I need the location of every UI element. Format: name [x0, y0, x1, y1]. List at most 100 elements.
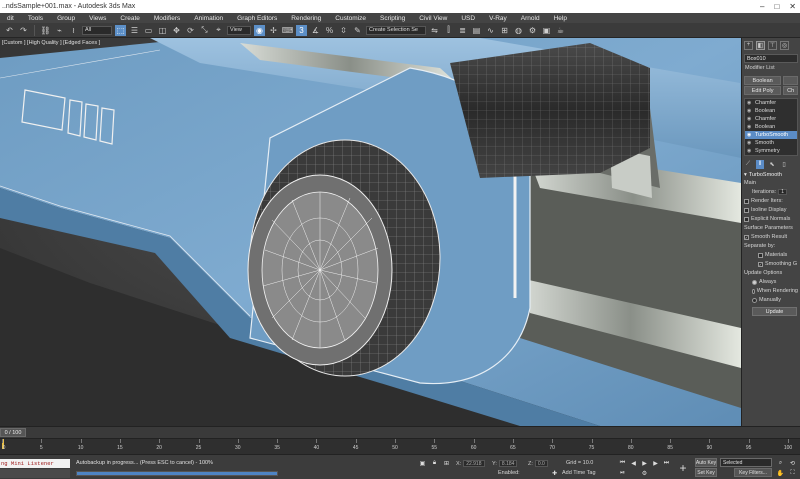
stack-item[interactable]: ◉ Smooth: [745, 139, 797, 147]
visibility-eye-icon[interactable]: ◉: [747, 116, 753, 122]
next-frame-icon[interactable]: ▶: [651, 459, 660, 467]
track-bar[interactable]: 0 5 10 15 20 25 30 35 40 45 50 55 60 65 70 75 80 85 90 95 10…: [0, 438, 800, 455]
time-slider[interactable]: 0 / 100: [0, 426, 800, 438]
unlink-icon[interactable]: ⌁: [54, 25, 65, 36]
isolate-selection-icon[interactable]: ▣: [418, 459, 427, 467]
menu-views[interactable]: Views: [82, 15, 113, 22]
visibility-eye-icon[interactable]: ◉: [747, 148, 753, 154]
smoothing-groups-checkbox[interactable]: ✓: [758, 261, 763, 267]
pin-stack-icon[interactable]: ⟋: [744, 160, 752, 169]
key-selection-dropdown[interactable]: Selected: [720, 458, 772, 467]
z-field[interactable]: 0.0: [534, 460, 548, 467]
minimize-button[interactable]: –: [760, 2, 764, 11]
link-icon[interactable]: ⛓: [40, 25, 51, 36]
materials-checkbox[interactable]: [758, 252, 763, 258]
play-icon[interactable]: ▶: [640, 459, 649, 467]
render-setup-icon[interactable]: ⚙: [527, 25, 538, 36]
visibility-eye-icon[interactable]: ◉: [747, 124, 753, 130]
select-manipulate-icon[interactable]: ✢: [268, 25, 279, 36]
menu-usd[interactable]: USD: [454, 15, 482, 22]
scene-explorer-icon[interactable]: ▤: [471, 25, 482, 36]
rotate-icon[interactable]: ⟳: [185, 25, 196, 36]
maximize-button[interactable]: □: [774, 2, 779, 11]
viewport[interactable]: [Custom ] [High Quality ] [Edged Faces ]: [0, 38, 741, 426]
menu-tools[interactable]: Tools: [21, 15, 50, 22]
layer-icon[interactable]: ≣: [457, 25, 468, 36]
select-object-icon[interactable]: ⬚: [115, 24, 126, 36]
named-selection-set-select[interactable]: Create Selection Se: [366, 25, 426, 35]
stack-item[interactable]: ◉ Chamfer: [745, 99, 797, 107]
undo-icon[interactable]: ↶: [4, 25, 15, 36]
time-configuration-icon[interactable]: ⚙: [640, 469, 649, 477]
stack-item[interactable]: ◉ Boolean: [745, 123, 797, 131]
add-time-tag[interactable]: Add Time Tag: [562, 470, 596, 476]
menu-customize[interactable]: Customize: [328, 15, 373, 22]
x-field[interactable]: 22.918: [463, 460, 485, 467]
modifier-button-extra[interactable]: [783, 76, 798, 85]
previous-frame-icon[interactable]: ◀: [629, 459, 638, 467]
menu-rendering[interactable]: Rendering: [284, 15, 328, 22]
when-rendering-radio[interactable]: [752, 288, 755, 294]
menu-civil-view[interactable]: Civil View: [412, 15, 454, 22]
turbosmooth-rollout-header[interactable]: ▾ TurboSmooth: [744, 172, 798, 178]
schematic-view-icon[interactable]: ⊞: [499, 25, 510, 36]
select-by-name-icon[interactable]: ☰: [129, 25, 140, 36]
angle-snap-icon[interactable]: ∡: [310, 25, 321, 36]
mirror-icon[interactable]: ⇋: [429, 25, 440, 36]
stack-item-selected[interactable]: ◉ TurboSmooth: [745, 131, 797, 139]
percent-snap-icon[interactable]: %: [324, 25, 335, 36]
curve-editor-icon[interactable]: ∿: [485, 25, 496, 36]
hierarchy-tab-icon[interactable]: ⊤: [768, 40, 777, 50]
snaps-toggle-icon[interactable]: 3: [296, 24, 307, 36]
redo-icon[interactable]: ↷: [18, 25, 29, 36]
isoline-display-checkbox[interactable]: [744, 207, 749, 213]
modify-tab-icon[interactable]: ◧: [756, 40, 765, 50]
object-name-field[interactable]: Box010: [744, 54, 798, 63]
y-field[interactable]: 8.184: [498, 460, 518, 467]
edit-poly-button[interactable]: Edit Poly: [744, 86, 782, 95]
menu-edit[interactable]: dit: [0, 15, 21, 22]
visibility-eye-icon[interactable]: ◉: [747, 140, 753, 146]
always-radio[interactable]: [752, 279, 757, 285]
material-editor-icon[interactable]: ◍: [513, 25, 524, 36]
boolean-button[interactable]: Boolean: [744, 76, 782, 85]
create-tab-icon[interactable]: +: [744, 40, 753, 50]
menu-help[interactable]: Help: [547, 15, 574, 22]
menu-create[interactable]: Create: [113, 15, 147, 22]
key-mode-icon[interactable]: ⏯: [618, 469, 627, 477]
iterations-spinner[interactable]: 1: [778, 189, 788, 195]
viewport-label[interactable]: [Custom ] [High Quality ] [Edged Faces ]: [2, 40, 100, 46]
window-crossing-icon[interactable]: ◫: [157, 25, 168, 36]
smooth-result-checkbox[interactable]: ✓: [744, 234, 749, 240]
set-key-icon[interactable]: +: [676, 461, 690, 475]
motion-tab-icon[interactable]: ◎: [780, 40, 789, 50]
absolute-mode-icon[interactable]: ⊞: [442, 459, 451, 467]
selection-filter-select[interactable]: All: [82, 25, 112, 35]
keyboard-shortcut-icon[interactable]: ⌨: [282, 25, 294, 36]
go-to-end-icon[interactable]: ⏭: [662, 459, 671, 467]
spinner-snap-icon[interactable]: ⇳: [338, 25, 349, 36]
pan-icon[interactable]: ✋: [776, 469, 785, 477]
menu-graph-editors[interactable]: Graph Editors: [230, 15, 284, 22]
show-end-result-icon[interactable]: ‖: [756, 159, 764, 169]
rendered-frame-icon[interactable]: ▣: [541, 25, 552, 36]
edit-named-selection-icon[interactable]: ✎: [352, 25, 363, 36]
move-icon[interactable]: ✥: [171, 25, 182, 36]
visibility-eye-icon[interactable]: ◉: [747, 132, 753, 138]
reference-coordinate-select[interactable]: View: [227, 25, 251, 35]
remove-modifier-icon[interactable]: ▯: [780, 160, 788, 169]
explicit-normals-checkbox[interactable]: [744, 216, 749, 222]
zoom-icon[interactable]: ⌕: [776, 459, 785, 467]
key-filters-button[interactable]: Key Filters...: [734, 468, 772, 477]
manually-radio[interactable]: [752, 297, 757, 303]
align-icon[interactable]: ⫿: [443, 25, 454, 36]
stack-item[interactable]: ◉ Boolean: [745, 107, 797, 115]
menu-arnold[interactable]: Arnold: [514, 15, 547, 22]
set-key-button[interactable]: Set Key: [695, 468, 717, 477]
visibility-eye-icon[interactable]: ◉: [747, 108, 753, 114]
make-unique-icon[interactable]: ⬉: [768, 160, 776, 169]
stack-item[interactable]: ◉ Chamfer: [745, 115, 797, 123]
scale-icon[interactable]: ⤡: [199, 25, 210, 36]
update-button[interactable]: Update: [752, 307, 797, 316]
maxscript-listener[interactable]: ng Mini Listener: [0, 459, 70, 468]
